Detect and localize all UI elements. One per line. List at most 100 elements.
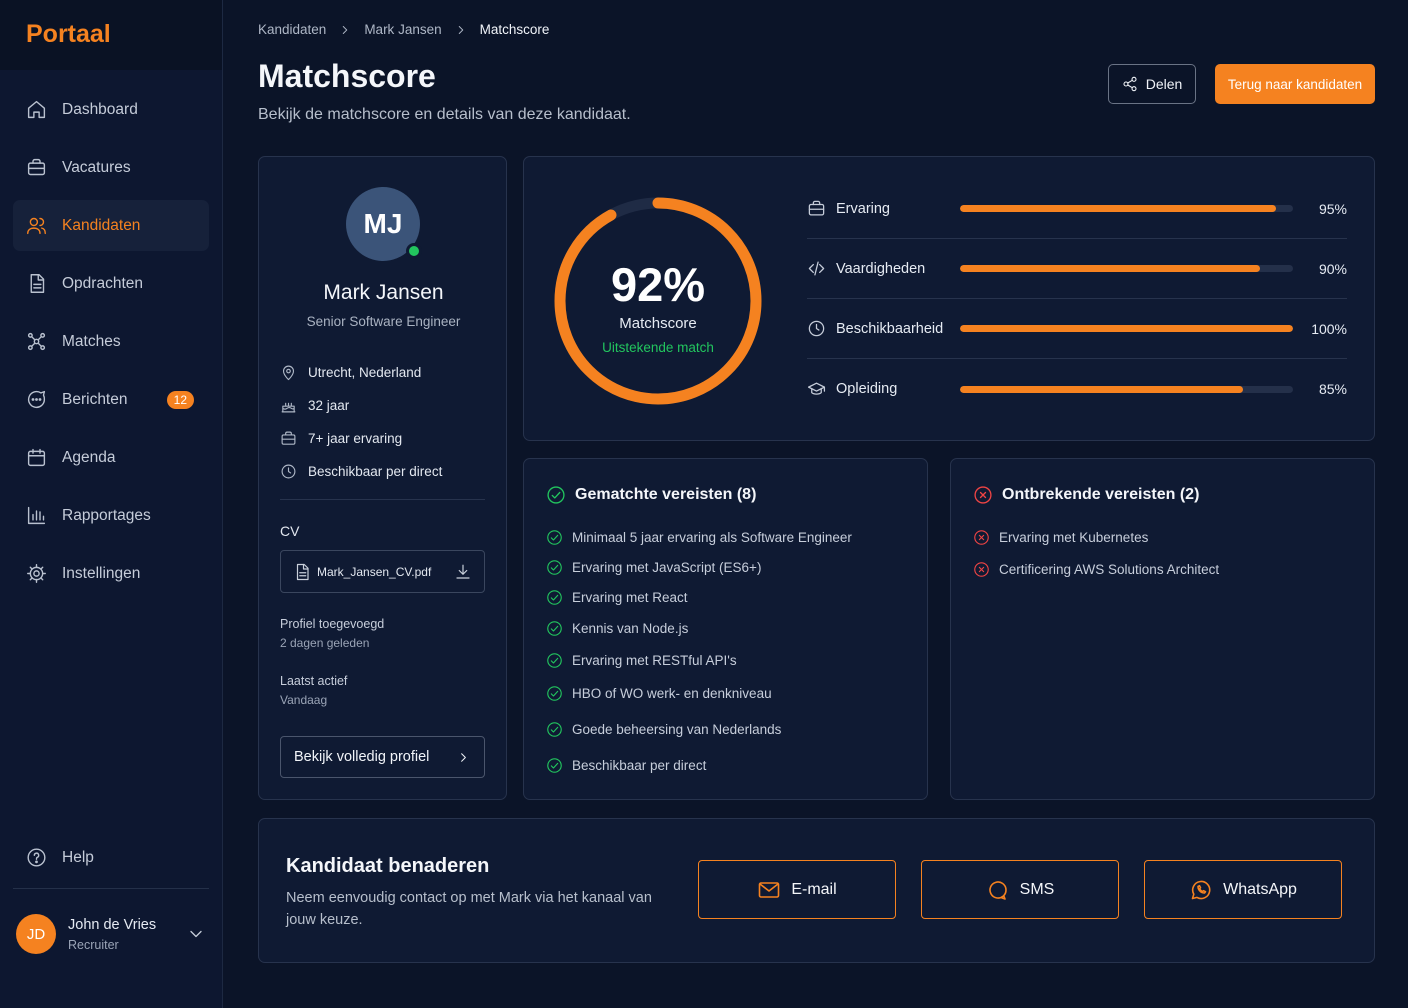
metric-opleiding: Opleiding 85% bbox=[807, 359, 1347, 419]
sidebar-item-label: Help bbox=[62, 848, 94, 866]
matchscore-rating: Uitstekende match bbox=[602, 340, 714, 355]
sidebar: Portaal Dashboard Vacatures Kandidaten O… bbox=[0, 0, 223, 1008]
requirement-text: Ervaring met RESTful API's bbox=[572, 652, 737, 668]
whatsapp-button[interactable]: WhatsApp bbox=[1144, 860, 1342, 919]
metric-progress-fill bbox=[960, 325, 1293, 332]
sidebar-item-label: Agenda bbox=[62, 448, 116, 466]
chat-icon bbox=[27, 390, 46, 409]
sidebar-item-agenda[interactable]: Agenda bbox=[13, 432, 209, 483]
candidate-location: Utrecht, Nederland bbox=[280, 356, 442, 389]
user-role: Recruiter bbox=[68, 937, 119, 952]
metric-label: Vaardigheden bbox=[836, 260, 926, 277]
sidebar-item-vacatures[interactable]: Vacatures bbox=[13, 142, 209, 193]
page-subtitle: Bekijk de matchscore en details van deze… bbox=[258, 106, 631, 123]
briefcase-icon bbox=[808, 200, 825, 216]
check-circle-icon bbox=[547, 486, 565, 504]
share-button[interactable]: Delen bbox=[1108, 64, 1196, 104]
requirement-text: Beschikbaar per direct bbox=[572, 758, 707, 773]
matched-requirements-list: Minimaal 5 jaar ervaring als Software En… bbox=[546, 523, 852, 783]
back-to-candidates-button[interactable]: Terug naar kandidaten bbox=[1215, 64, 1375, 104]
cv-label: CV bbox=[280, 523, 300, 539]
document-icon bbox=[30, 274, 45, 293]
sidebar-item-instellingen[interactable]: Instellingen bbox=[13, 548, 209, 599]
mail-icon bbox=[759, 881, 780, 898]
requirement-text: Ervaring met Kubernetes bbox=[999, 529, 1149, 545]
metric-progress-fill bbox=[960, 265, 1260, 272]
view-full-profile-button[interactable]: Bekijk volledig profiel bbox=[280, 736, 485, 778]
chevron-right-icon bbox=[343, 25, 348, 34]
divider bbox=[280, 499, 485, 500]
check-circle-icon bbox=[547, 621, 562, 636]
metric-value: 100% bbox=[1311, 320, 1347, 337]
metric-value: 85% bbox=[1318, 381, 1347, 397]
chevron-down-icon[interactable] bbox=[186, 924, 206, 944]
candidate-experience: 7+ jaar ervaring bbox=[280, 422, 442, 455]
metric-label: Beschikbaarheid bbox=[836, 320, 944, 337]
availability-text: Beschikbaar per direct bbox=[308, 464, 443, 479]
requirement-text: Minimaal 5 jaar ervaring als Software En… bbox=[572, 530, 852, 545]
profile-added-value: 2 dagen geleden bbox=[280, 636, 370, 650]
briefcase-icon bbox=[27, 158, 46, 176]
age-text: 32 jaar bbox=[308, 398, 350, 413]
sms-label: SMS bbox=[1019, 880, 1055, 898]
chevron-right-icon bbox=[458, 25, 463, 34]
list-item: Certificering AWS Solutions Architect bbox=[973, 553, 1219, 585]
x-circle-icon bbox=[974, 529, 989, 545]
page-title: Matchscore bbox=[258, 58, 436, 94]
sidebar-item-label: Opdrachten bbox=[62, 274, 143, 292]
download-icon[interactable] bbox=[454, 563, 472, 581]
requirement-text: Kennis van Node.js bbox=[572, 621, 689, 636]
users-icon bbox=[27, 217, 46, 235]
sidebar-item-berichten[interactable]: Berichten 12 bbox=[13, 374, 209, 425]
metric-vaardigheden: Vaardigheden 90% bbox=[807, 239, 1347, 299]
matched-title-text: Gematchte vereisten (8) bbox=[575, 486, 757, 503]
sidebar-item-rapportages[interactable]: Rapportages bbox=[13, 490, 209, 541]
sms-button[interactable]: SMS bbox=[921, 860, 1119, 919]
candidate-profile-card: MJ Mark Jansen Senior Software Engineer … bbox=[258, 156, 507, 800]
experience-text: 7+ jaar ervaring bbox=[308, 431, 403, 446]
list-item: Ervaring met RESTful API's bbox=[546, 644, 852, 676]
list-item: Minimaal 5 jaar ervaring als Software En… bbox=[546, 523, 852, 552]
check-circle-icon bbox=[547, 652, 562, 668]
sidebar-item-help[interactable]: Help bbox=[13, 832, 209, 883]
candidate-role: Senior Software Engineer bbox=[306, 314, 461, 329]
sidebar-item-opdrachten[interactable]: Opdrachten bbox=[13, 258, 209, 309]
user-menu[interactable]: JD John de Vries Recruiter bbox=[16, 914, 206, 954]
candidate-name: Mark Jansen bbox=[323, 281, 444, 304]
location-text: Utrecht, Nederland bbox=[308, 365, 422, 380]
sidebar-item-matches[interactable]: Matches bbox=[13, 316, 209, 367]
last-active-label: Laatst actief bbox=[280, 674, 348, 688]
message-circle-icon bbox=[988, 880, 1007, 900]
breadcrumb-item[interactable]: Mark Jansen bbox=[364, 22, 441, 37]
unread-badge: 12 bbox=[166, 390, 194, 409]
sidebar-item-dashboard[interactable]: Dashboard bbox=[13, 84, 209, 135]
check-circle-icon bbox=[547, 758, 562, 773]
divider bbox=[13, 888, 209, 889]
cv-file-attachment[interactable]: Mark_Jansen_CV.pdf bbox=[280, 550, 485, 593]
whatsapp-label: WhatsApp bbox=[1223, 880, 1297, 898]
avatar: JD bbox=[16, 914, 56, 954]
requirement-text: Ervaring met JavaScript (ES6+) bbox=[572, 559, 762, 575]
sidebar-item-label: Dashboard bbox=[62, 100, 138, 118]
share-icon bbox=[1123, 76, 1137, 92]
code-icon bbox=[808, 261, 825, 276]
list-item: Kennis van Node.js bbox=[546, 613, 852, 644]
graduation-cap-icon bbox=[807, 382, 826, 395]
sidebar-item-label: Kandidaten bbox=[62, 216, 141, 234]
list-item: Ervaring met JavaScript (ES6+) bbox=[546, 552, 852, 582]
share-label: Delen bbox=[1145, 76, 1183, 92]
breadcrumb-item[interactable]: Kandidaten bbox=[258, 22, 326, 37]
last-active-value: Vandaag bbox=[280, 693, 328, 707]
app-logo[interactable]: Portaal bbox=[0, 0, 222, 70]
view-full-profile-label: Bekijk volledig profiel bbox=[294, 749, 430, 765]
matched-requirements-title: Gematchte vereisten (8) bbox=[546, 485, 756, 505]
check-circle-icon bbox=[547, 559, 562, 575]
x-circle-icon bbox=[974, 561, 989, 577]
candidate-age: 32 jaar bbox=[280, 389, 442, 422]
sidebar-item-kandidaten[interactable]: Kandidaten bbox=[13, 200, 209, 251]
check-circle-icon bbox=[547, 685, 562, 701]
email-button[interactable]: E-mail bbox=[698, 860, 896, 919]
user-name: John de Vries bbox=[68, 916, 157, 933]
candidate-avatar: MJ bbox=[346, 187, 422, 261]
cv-file-name: Mark_Jansen_CV.pdf bbox=[317, 564, 432, 579]
